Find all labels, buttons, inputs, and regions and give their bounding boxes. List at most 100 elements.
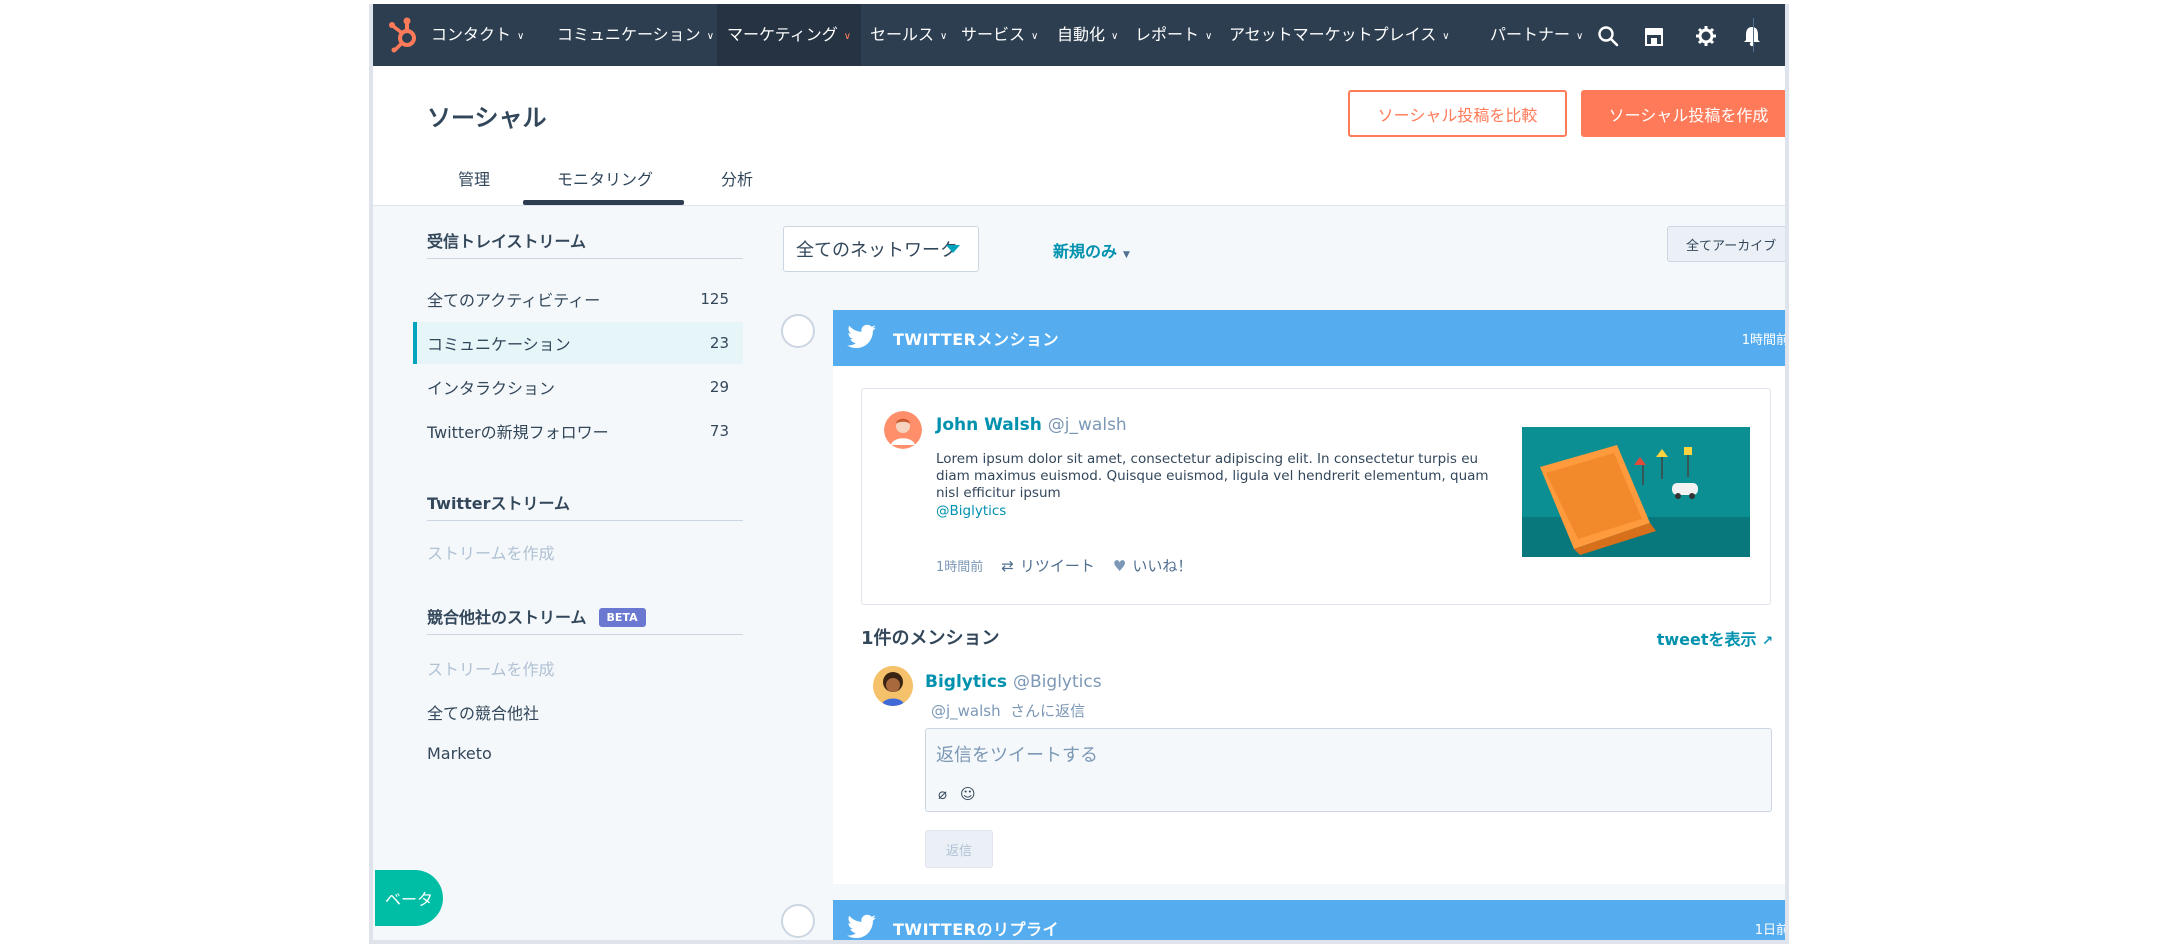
archive-all-button[interactable]: 全てアーカイブ: [1667, 226, 1785, 262]
tweet-box: John Walsh @j_walsh Lorem ipsum dolor sit…: [861, 388, 1771, 605]
nav-automation[interactable]: 自動化 ∨: [1057, 4, 1118, 66]
reply-button[interactable]: 返信: [925, 830, 993, 868]
twitter-bird-icon: [847, 914, 876, 939]
search-icon[interactable]: [1597, 25, 1619, 47]
page-header: ソーシャル ソーシャル投稿を比較 ソーシャル投稿を作成 管理 モニタリング 分析: [373, 66, 1785, 206]
show-tweet-link[interactable]: tweetを表示 ↗: [1657, 626, 1773, 650]
tweet-meta: 1時間前 ⇄ リツイート ♥ いいね！: [936, 555, 1192, 576]
sidebar-item-count: 73: [709, 422, 729, 440]
nav-asset-marketplace-label: アセットマーケットプレイス: [1229, 25, 1437, 44]
reply-account-handle: @Biglytics: [1013, 672, 1102, 692]
tab-monitoring[interactable]: モニタリング: [557, 166, 653, 190]
nav-marketing[interactable]: マーケティング ∨: [717, 4, 862, 66]
mention-card: John Walsh @j_walsh Lorem ipsum dolor sit…: [833, 366, 1785, 884]
chevron-down-icon: ∨: [1442, 31, 1450, 42]
top-navigation: コンタクト ∨ コミュニケーション ∨ マーケティング ∨ セールス ∨ サービス ∨ 自…: [373, 4, 1785, 66]
select-stream-radio[interactable]: [781, 314, 815, 348]
nav-automation-label: 自動化: [1057, 25, 1106, 44]
sidebar-item-label: 全てのアクティビティー: [427, 291, 601, 310]
hubspot-logo-icon[interactable]: [387, 17, 421, 53]
chevron-down-icon: ∨: [706, 31, 715, 42]
nav-communication-label: コミュニケーション: [557, 25, 701, 44]
emoji-icon[interactable]: ☺: [960, 785, 976, 803]
stream-time: 1日前: [1754, 922, 1789, 938]
chevron-down-icon: ∨: [517, 31, 525, 42]
divider: [427, 258, 743, 259]
nav-contacts[interactable]: コンタクト ∨: [431, 4, 524, 66]
sidebar-item-label: コミュニケーション: [427, 335, 571, 354]
reply-input[interactable]: 返信をツイートする ⌀ ☺: [925, 728, 1772, 812]
chevron-down-icon: ∨: [940, 31, 948, 42]
stream-header-twitter-mentions[interactable]: TWITTERメンション 1時間前: [833, 310, 1789, 366]
caret-down-icon: [946, 245, 960, 253]
like-button[interactable]: ♥ いいね！: [1113, 555, 1192, 576]
caret-down-icon: ▼: [1123, 250, 1130, 260]
chevron-down-icon: ∨: [843, 31, 852, 42]
tab-analyze[interactable]: 分析: [721, 166, 753, 190]
create-twitter-stream-link[interactable]: ストリームを作成: [427, 540, 555, 564]
new-only-filter[interactable]: 新規のみ ▼: [1053, 238, 1130, 262]
nav-marketing-label: マーケティング: [727, 25, 838, 44]
chevron-down-icon: ∨: [1111, 31, 1119, 42]
nav-service-label: サービス: [961, 25, 1026, 44]
retweet-button[interactable]: ⇄ リツイート: [1001, 555, 1095, 576]
sidebar-item-all-activity[interactable]: 全てのアクティビティー 125: [413, 278, 743, 320]
avatar: [884, 411, 922, 449]
compare-social-posts-button[interactable]: ソーシャル投稿を比較: [1348, 90, 1567, 137]
select-stream-radio[interactable]: [781, 904, 815, 938]
reply-to-line: @j_walsh さんに返信: [931, 700, 1085, 721]
tweet-author-handle: @j_walsh: [1047, 415, 1127, 435]
bell-icon[interactable]: [1741, 25, 1763, 47]
nav-sales-label: セールス: [870, 25, 935, 44]
tweet-author-name: John Walsh: [936, 415, 1042, 435]
competitor-streams-heading: 競合他社のストリーム BETA: [427, 604, 646, 628]
divider: [427, 634, 743, 635]
tweet-mention-link[interactable]: @Biglytics: [936, 503, 1006, 519]
network-dropdown-value: 全てのネットワーク: [796, 240, 958, 261]
network-dropdown[interactable]: 全てのネットワーク: [783, 226, 979, 272]
nav-asset-marketplace[interactable]: アセットマーケットプレイス ∨: [1229, 4, 1450, 66]
nav-contacts-label: コンタクト: [431, 25, 512, 44]
chevron-down-icon: ∨: [1576, 31, 1584, 42]
external-link-icon: ↗: [1762, 634, 1773, 649]
beta-badge: BETA: [598, 608, 646, 627]
stream-header-twitter-replies[interactable]: TWITTERのリプライ 1日前: [833, 900, 1789, 940]
reply-account-name: Biglytics: [925, 672, 1008, 692]
reply-account[interactable]: Biglytics @Biglytics: [925, 672, 1102, 692]
sidebar-item-marketo[interactable]: Marketo: [427, 744, 492, 763]
nav-communication[interactable]: コミュニケーション ∨: [557, 4, 714, 66]
avatar: [873, 666, 913, 706]
nav-reports[interactable]: レポート ∨: [1135, 4, 1212, 66]
nav-partners[interactable]: パートナー ∨: [1490, 4, 1583, 66]
twitter-streams-heading: Twitterストリーム: [427, 494, 570, 513]
retweet-icon: ⇄: [1001, 556, 1014, 575]
stream-title: TWITTERのリプライ: [893, 920, 1059, 939]
tweet-text: Lorem ipsum dolor sit amet, consectetur …: [936, 451, 1489, 501]
stream-time: 1時間前: [1741, 332, 1789, 348]
new-only-label: 新規のみ: [1053, 242, 1118, 261]
reply-to-suffix: さんに返信: [1010, 702, 1086, 720]
nav-sales[interactable]: セールス ∨: [870, 4, 947, 66]
sidebar-item-label: Twitterの新規フォロワー: [427, 423, 609, 442]
app-frame: コンタクト ∨ コミュニケーション ∨ マーケティング ∨ セールス ∨ サービス ∨ 自…: [369, 4, 1789, 944]
beta-feedback-button[interactable]: ベータ: [375, 870, 443, 926]
chevron-down-icon: ∨: [1031, 31, 1039, 42]
sidebar-item-communication[interactable]: コミュニケーション 23: [413, 322, 743, 364]
nav-service[interactable]: サービス ∨: [961, 4, 1038, 66]
tweet-time: 1時間前: [936, 560, 984, 575]
create-social-post-button[interactable]: ソーシャル投稿を作成: [1581, 90, 1785, 137]
sidebar-item-new-followers[interactable]: Twitterの新規フォロワー 73: [413, 410, 743, 452]
gear-icon[interactable]: [1695, 25, 1717, 47]
inbox-streams-heading: 受信トレイストリーム: [427, 232, 587, 251]
sidebar-item-count: 23: [709, 334, 729, 352]
tweet-author[interactable]: John Walsh @j_walsh: [936, 415, 1127, 435]
sidebar-item-all-competitors[interactable]: 全ての競合他社: [427, 700, 539, 724]
create-competitor-stream-link[interactable]: ストリームを作成: [427, 656, 555, 680]
sidebar-item-interactions[interactable]: インタラクション 29: [413, 366, 743, 408]
marketplace-icon[interactable]: [1643, 25, 1665, 47]
stream-sidebar: 受信トレイストリーム 全てのアクティビティー 125 コミュニケーション 23 イン…: [373, 206, 753, 940]
divider: [427, 520, 743, 521]
tab-manage[interactable]: 管理: [458, 166, 490, 190]
attachment-icon[interactable]: ⌀: [938, 785, 947, 803]
sidebar-item-count: 29: [709, 378, 729, 396]
